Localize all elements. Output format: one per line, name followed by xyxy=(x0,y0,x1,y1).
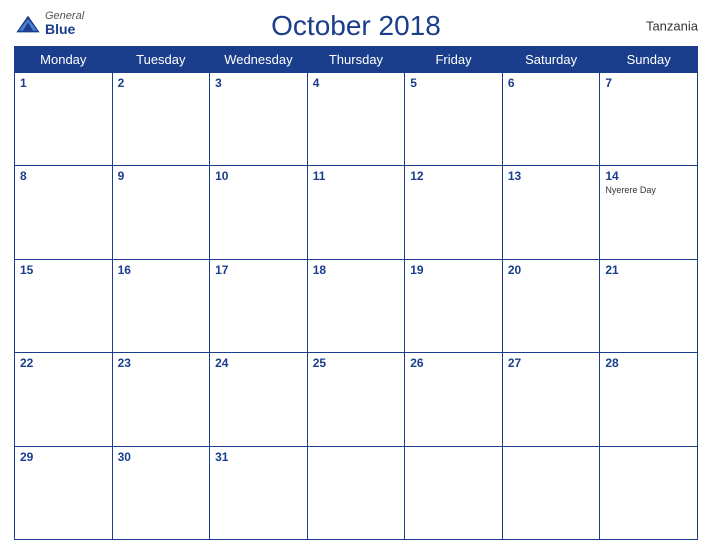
calendar-cell: 30 xyxy=(112,446,210,539)
calendar-wrapper: General Blue October 2018 Tanzania Monda… xyxy=(0,0,712,550)
calendar-cell xyxy=(307,446,405,539)
day-number: 24 xyxy=(215,356,302,370)
calendar-cell: 25 xyxy=(307,353,405,446)
day-number: 31 xyxy=(215,450,302,464)
calendar-week-row: 22 23 24 25 26 27 28 xyxy=(15,353,698,446)
day-number: 21 xyxy=(605,263,692,277)
day-number: 12 xyxy=(410,169,497,183)
day-number: 3 xyxy=(215,76,302,90)
calendar-body: 1234567891011121314Nyerere Day1516171819… xyxy=(15,73,698,540)
header-wednesday: Wednesday xyxy=(210,47,308,73)
day-number: 16 xyxy=(118,263,205,277)
calendar-cell: 17 xyxy=(210,259,308,352)
weekday-header-row: Monday Tuesday Wednesday Thursday Friday… xyxy=(15,47,698,73)
day-number: 17 xyxy=(215,263,302,277)
day-number: 20 xyxy=(508,263,595,277)
calendar-cell: 5 xyxy=(405,73,503,166)
day-number: 25 xyxy=(313,356,400,370)
calendar-cell: 8 xyxy=(15,166,113,259)
day-number: 2 xyxy=(118,76,205,90)
calendar-cell: 28 xyxy=(600,353,698,446)
day-number: 29 xyxy=(20,450,107,464)
calendar-cell: 4 xyxy=(307,73,405,166)
day-number: 27 xyxy=(508,356,595,370)
calendar-cell xyxy=(405,446,503,539)
calendar-cell: 10 xyxy=(210,166,308,259)
day-event: Nyerere Day xyxy=(605,185,692,195)
header-friday: Friday xyxy=(405,47,503,73)
day-number: 10 xyxy=(215,169,302,183)
day-number: 1 xyxy=(20,76,107,90)
calendar-cell: 11 xyxy=(307,166,405,259)
calendar-week-row: 29 30 31 xyxy=(15,446,698,539)
calendar-cell xyxy=(502,446,600,539)
calendar-cell: 18 xyxy=(307,259,405,352)
logo-icon xyxy=(14,14,42,34)
header-thursday: Thursday xyxy=(307,47,405,73)
calendar-cell: 19 xyxy=(405,259,503,352)
day-number: 8 xyxy=(20,169,107,183)
calendar-week-row: 89 10 11 12 13 14 Nyerere Day xyxy=(15,166,698,259)
day-number: 18 xyxy=(313,263,400,277)
calendar-cell: 31 xyxy=(210,446,308,539)
calendar-cell: 16 xyxy=(112,259,210,352)
day-number: 22 xyxy=(20,356,107,370)
calendar-table: Monday Tuesday Wednesday Thursday Friday… xyxy=(14,46,698,540)
calendar-cell: 6 xyxy=(502,73,600,166)
calendar-cell: 21 xyxy=(600,259,698,352)
calendar-cell xyxy=(600,446,698,539)
calendar-week-row: 1234567 xyxy=(15,73,698,166)
header-monday: Monday xyxy=(15,47,113,73)
day-number: 7 xyxy=(605,76,692,90)
calendar-cell: 24 xyxy=(210,353,308,446)
header-saturday: Saturday xyxy=(502,47,600,73)
logo-area: General Blue xyxy=(14,10,84,37)
calendar-cell: 9 xyxy=(112,166,210,259)
calendar-cell: 13 xyxy=(502,166,600,259)
calendar-cell: 14 Nyerere Day xyxy=(600,166,698,259)
calendar-cell: 20 xyxy=(502,259,600,352)
day-number: 14 xyxy=(605,169,692,183)
calendar-cell: 27 xyxy=(502,353,600,446)
day-number: 19 xyxy=(410,263,497,277)
calendar-cell: 26 xyxy=(405,353,503,446)
calendar-cell: 1 xyxy=(15,73,113,166)
day-number: 30 xyxy=(118,450,205,464)
day-number: 13 xyxy=(508,169,595,183)
day-number: 4 xyxy=(313,76,400,90)
day-number: 11 xyxy=(313,169,400,183)
day-number: 5 xyxy=(410,76,497,90)
calendar-cell: 29 xyxy=(15,446,113,539)
calendar-cell: 15 xyxy=(15,259,113,352)
calendar-cell: 12 xyxy=(405,166,503,259)
day-number: 26 xyxy=(410,356,497,370)
day-number: 15 xyxy=(20,263,107,277)
calendar-cell: 7 xyxy=(600,73,698,166)
logo-blue: Blue xyxy=(45,22,84,37)
day-number: 28 xyxy=(605,356,692,370)
day-number: 9 xyxy=(118,169,205,183)
header-tuesday: Tuesday xyxy=(112,47,210,73)
calendar-week-row: 15 16 17 18 19 20 21 xyxy=(15,259,698,352)
calendar-cell: 23 xyxy=(112,353,210,446)
month-title: October 2018 xyxy=(271,10,441,42)
day-number: 23 xyxy=(118,356,205,370)
calendar-cell: 22 xyxy=(15,353,113,446)
calendar-cell: 3 xyxy=(210,73,308,166)
day-number: 6 xyxy=(508,76,595,90)
header-sunday: Sunday xyxy=(600,47,698,73)
calendar-cell: 2 xyxy=(112,73,210,166)
header-row: General Blue October 2018 Tanzania xyxy=(14,10,698,42)
country-label: Tanzania xyxy=(646,19,698,34)
